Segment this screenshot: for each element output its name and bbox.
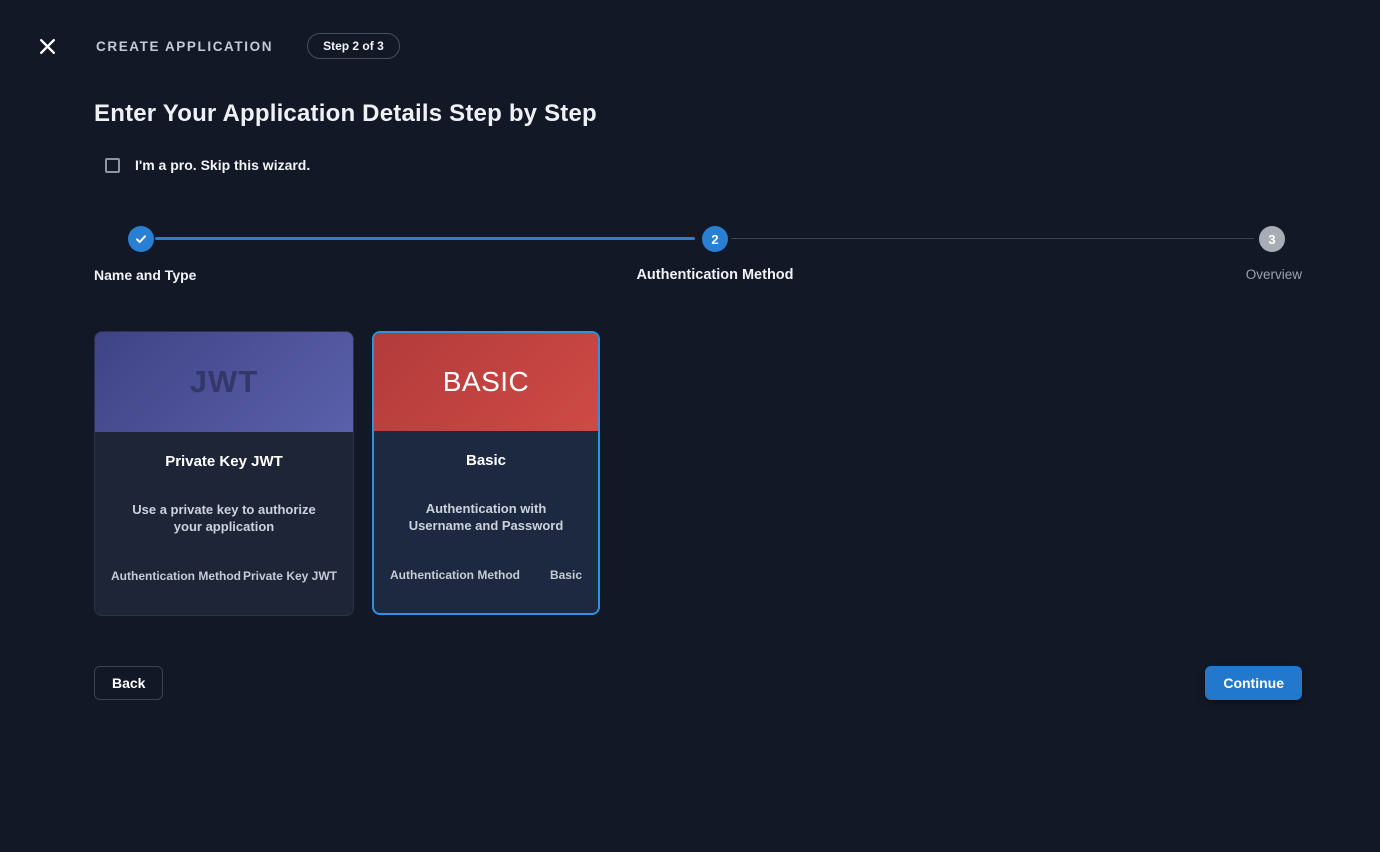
- step-1-indicator: [128, 226, 154, 252]
- step-1-label: Name and Type: [94, 267, 196, 283]
- card-description: Use a private key to authorize your appl…: [95, 501, 353, 535]
- jwt-card-banner: JWT: [95, 332, 353, 432]
- stepper-line-completed: [155, 237, 695, 240]
- auth-method-card-basic[interactable]: BASIC Basic Authentication with Username…: [372, 331, 600, 615]
- jwt-banner-text: JWT: [190, 364, 258, 400]
- card-attribute-value: Basic: [550, 568, 582, 582]
- auth-method-cards: JWT Private Key JWT Use a private key to…: [94, 331, 1302, 616]
- close-icon: [38, 37, 57, 56]
- step-2-indicator: 2: [702, 226, 728, 252]
- wizard-content: Enter Your Application Details Step by S…: [0, 100, 1380, 700]
- page-heading: Enter Your Application Details Step by S…: [94, 100, 1302, 128]
- step-3-label: Overview: [1246, 267, 1302, 282]
- card-title: Basic: [374, 452, 598, 469]
- check-icon: [134, 232, 148, 246]
- wizard-topbar: CREATE APPLICATION Step 2 of 3: [0, 0, 1380, 59]
- card-title: Private Key JWT: [95, 453, 353, 470]
- skip-wizard-label: I'm a pro. Skip this wizard.: [135, 157, 310, 173]
- back-button[interactable]: Back: [94, 666, 163, 700]
- card-description: Authentication with Username and Passwor…: [374, 500, 598, 534]
- close-button[interactable]: [36, 35, 58, 57]
- auth-method-card-private-key-jwt[interactable]: JWT Private Key JWT Use a private key to…: [94, 331, 354, 616]
- wizard-title: CREATE APPLICATION: [96, 39, 273, 54]
- card-attribute-row: Authentication Method Private Key JWT: [95, 569, 353, 583]
- card-attribute-label: Authentication Method: [111, 569, 241, 583]
- skip-wizard-checkbox[interactable]: [105, 158, 120, 173]
- step-badge: Step 2 of 3: [307, 33, 400, 59]
- card-attribute-row: Authentication Method Basic: [374, 568, 598, 582]
- basic-card-banner: BASIC: [374, 333, 598, 431]
- card-attribute-label: Authentication Method: [390, 568, 520, 582]
- step-3-indicator: 3: [1259, 226, 1285, 252]
- stepper-line-upcoming: [731, 238, 1254, 239]
- skip-wizard-row[interactable]: I'm a pro. Skip this wizard.: [94, 157, 310, 173]
- basic-banner-text: BASIC: [443, 366, 530, 398]
- wizard-actions: Back Continue: [94, 666, 1302, 700]
- stepper: 2 3 Name and Type Authentication Method …: [94, 226, 1302, 298]
- create-application-wizard: CREATE APPLICATION Step 2 of 3 Enter You…: [0, 0, 1380, 700]
- card-attribute-value: Private Key JWT: [243, 569, 337, 583]
- step-2-label: Authentication Method: [636, 267, 793, 283]
- continue-button[interactable]: Continue: [1205, 666, 1302, 700]
